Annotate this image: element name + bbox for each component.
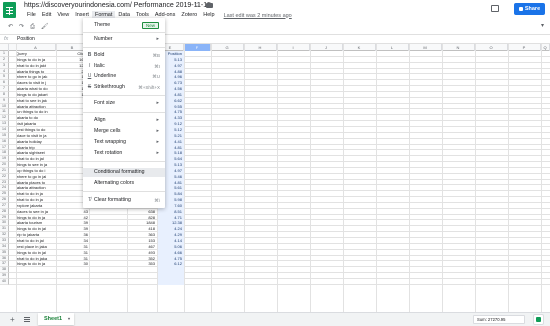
column-header-n[interactable]: N [442, 44, 475, 51]
italic-icon: I [88, 62, 91, 69]
sheet-menu-caret-icon[interactable]: ▾ [68, 313, 70, 325]
menu-item-merge-cells[interactable]: Merge cells ▸ [83, 127, 165, 136]
folder-icon[interactable] [206, 3, 213, 8]
menu-edit[interactable]: Edit [39, 11, 54, 20]
menu-item-number[interactable]: Number ▸ [83, 35, 165, 44]
format-menu: Theme New Number ▸ B Bold ⌘B I Italic ⌘I U … [83, 18, 165, 208]
all-sheets-icon[interactable] [24, 317, 30, 322]
menu-item-italic[interactable]: I Italic ⌘I [83, 62, 165, 71]
column-header-f[interactable]: F [184, 44, 211, 51]
cell-query[interactable] [16, 279, 56, 285]
share-label: Share [524, 6, 541, 12]
grid-line [184, 44, 185, 312]
sheet-tab-label: Sheet1 [44, 316, 63, 322]
grid-line [475, 44, 476, 312]
menu-item-clear-formatting[interactable]: T̸ Clear formatting ⌘\ [83, 196, 165, 205]
submenu-arrow-icon: ▸ [156, 139, 159, 145]
add-sheet-icon[interactable]: + [10, 315, 15, 324]
lock-icon [518, 7, 523, 11]
menu-item-text-rotation[interactable]: Text rotation ▸ [83, 149, 165, 158]
cell-position[interactable] [157, 278, 184, 285]
column-header-p[interactable]: P [508, 44, 541, 51]
share-button[interactable]: Share [514, 3, 545, 15]
strikethrough-icon: S [87, 83, 92, 90]
last-edit-link[interactable]: Last edit was 2 minutes ago [224, 13, 292, 19]
menu-item-font-size[interactable]: Font size ▸ [83, 99, 165, 108]
grid-line [409, 44, 410, 312]
menu-item-align[interactable]: Align ▸ [83, 116, 165, 125]
comments-icon[interactable] [491, 5, 499, 12]
menu-item-theme[interactable]: Theme New [83, 21, 165, 30]
grid-line [376, 44, 377, 312]
redo-icon[interactable]: ↷ [19, 21, 24, 33]
grid-line [16, 44, 17, 312]
column-header-o[interactable]: O [475, 44, 508, 51]
column-header-m[interactable]: M [409, 44, 442, 51]
bold-icon: B [87, 52, 92, 58]
grid-line [277, 44, 278, 312]
column-header-j[interactable]: J [310, 44, 343, 51]
menu-help[interactable]: Help [200, 11, 217, 20]
submenu-arrow-icon: ▸ [156, 117, 159, 123]
cell-clicks[interactable] [56, 279, 89, 285]
fx-icon: fx [4, 36, 9, 42]
print-icon[interactable]: ⎙ [30, 21, 35, 33]
menu-item-alternating-colors[interactable]: Alternating colors [83, 179, 165, 188]
submenu-arrow-icon: ▸ [156, 128, 159, 134]
submenu-arrow-icon: ▸ [156, 36, 159, 42]
menu-zotero[interactable]: Zotero [178, 11, 200, 20]
grid-line [310, 44, 311, 312]
sheets-logo-icon[interactable] [3, 2, 16, 18]
grid-line [442, 44, 443, 312]
column-header-i[interactable]: I [277, 44, 310, 51]
grid-line [541, 44, 542, 312]
collapse-toolbar-icon[interactable]: ▾ [541, 22, 544, 29]
grid-line [211, 44, 212, 312]
submenu-arrow-icon: ▸ [156, 150, 159, 156]
menu-item-bold[interactable]: B Bold ⌘B [83, 51, 165, 60]
menu-item-text-wrapping[interactable]: Text wrapping ▸ [83, 138, 165, 147]
table-row [9, 278, 550, 285]
column-header-h[interactable]: H [244, 44, 277, 51]
document-title[interactable]: https://discoveryourindonesia.com/ Perfo… [24, 2, 211, 9]
column-header-q[interactable]: Q [541, 44, 550, 51]
select-all-corner[interactable] [0, 44, 9, 51]
grid-line [508, 44, 509, 312]
underline-icon: U [87, 73, 92, 79]
paint-format-icon[interactable]: 🖌 [41, 21, 49, 33]
menu-item-strikethrough[interactable]: S Strikethrough ⌘+Shift+X [83, 83, 165, 92]
row-headers: 1 2 3 4 5 6 7 8 9 10 11 12 13 14 15 16 17 18 19 20 21 22 23 24 2… [0, 51, 9, 285]
column-header-l[interactable]: L [376, 44, 409, 51]
submenu-arrow-icon: ▸ [156, 100, 159, 106]
menu-file[interactable]: File [24, 11, 39, 20]
menu-view[interactable]: View [54, 11, 72, 20]
sheet-tab[interactable]: Sheet1 ▾ [38, 313, 74, 325]
explore-button[interactable] [533, 314, 544, 325]
formula-input[interactable]: Position [17, 35, 35, 44]
grid-line [56, 44, 57, 312]
row-header[interactable]: 40 [0, 278, 9, 285]
column-header-a[interactable]: A [16, 44, 56, 51]
sum-dropdown[interactable]: Sum: 27270.95 [473, 315, 525, 324]
cell-impressions[interactable] [127, 279, 157, 285]
new-badge: New [141, 22, 159, 29]
grid-line [244, 44, 245, 312]
star-icon[interactable]: ☆ [194, 1, 200, 9]
clear-formatting-icon: T̸ [87, 197, 92, 203]
title-bar: https://discoveryourindonesia.com/ Perfo… [0, 0, 550, 20]
menu-item-underline[interactable]: U Underline ⌘U [83, 72, 165, 81]
grid-line [343, 44, 344, 312]
sheet-bar: + Sheet1 ▾ Sum: 27270.95 [0, 312, 550, 326]
column-header-g[interactable]: G [211, 44, 244, 51]
undo-icon[interactable]: ↶ [8, 21, 13, 33]
column-header-k[interactable]: K [343, 44, 376, 51]
menu-item-conditional-formatting[interactable]: Conditional formatting [83, 168, 165, 177]
